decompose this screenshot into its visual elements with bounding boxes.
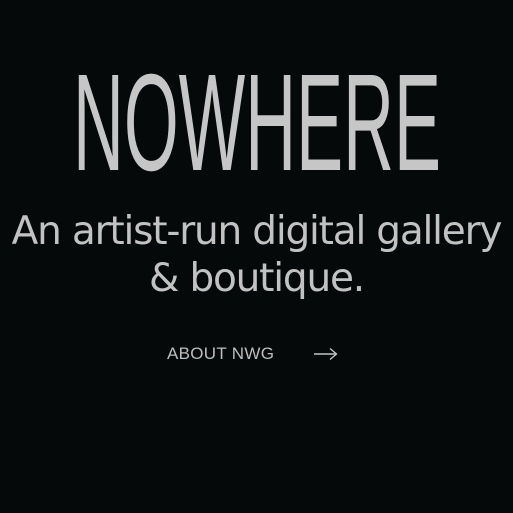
logo-text: NOWHERE — [73, 62, 441, 180]
landing-page: NOWHERE An artist-run digital gallery & … — [0, 0, 513, 513]
about-link-label: ABOUT NWG — [167, 344, 275, 363]
arrow-right-icon — [314, 347, 338, 361]
tagline-line-2: & boutique. — [149, 256, 365, 301]
tagline-line-1: An artist-run digital gallery — [11, 209, 503, 254]
logo-wordmark: NOWHERE — [73, 62, 441, 180]
hero-tagline: An artist-run digital gallery & boutique… — [0, 208, 513, 302]
about-nwg-link[interactable]: ABOUT NWG — [167, 340, 338, 368]
brand-logo[interactable]: NOWHERE — [0, 62, 513, 180]
